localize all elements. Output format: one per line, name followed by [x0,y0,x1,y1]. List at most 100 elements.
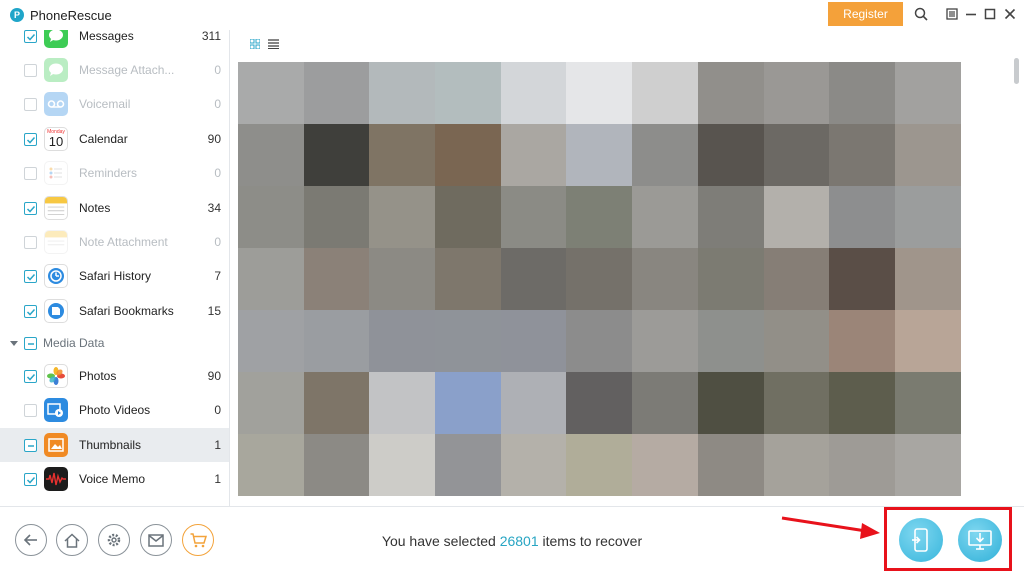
thumbnail-item[interactable] [435,186,501,248]
thumbnail-item[interactable] [303,434,370,496]
thumbnail-item[interactable] [632,124,698,186]
sidebar-item-safari-history[interactable]: Safari History 7 [0,259,229,293]
checkbox-checked[interactable] [24,30,37,43]
thumbnail-item[interactable] [238,372,304,434]
thumbnail-item[interactable] [763,124,830,186]
thumbnail-item[interactable] [435,372,501,434]
sidebar-item-calendar[interactable]: Monday 10 Calendar 90 [0,122,229,156]
thumbnail-item[interactable] [500,186,567,248]
menu-icon[interactable] [944,6,960,22]
thumbnail-item[interactable] [632,62,698,124]
checkbox-partial[interactable] [24,336,37,350]
checkbox-partial[interactable] [24,438,37,452]
thumbnail-item[interactable] [303,248,370,310]
thumbnail-item[interactable] [632,186,698,248]
thumbnail-item[interactable] [369,186,436,248]
sidebar-item-message-attachments[interactable]: Message Attach... 0 [0,53,229,87]
checkbox-unchecked[interactable] [24,97,37,111]
minimize-icon[interactable] [963,6,979,22]
thumbnail-item[interactable] [894,186,961,248]
sidebar-item-notes[interactable]: Notes 34 [0,191,229,225]
thumbnail-item[interactable] [697,372,764,434]
thumbnail-item[interactable] [500,310,567,372]
thumbnail-item[interactable] [369,434,436,496]
thumbnail-item[interactable] [303,310,370,372]
thumbnail-item[interactable] [829,124,895,186]
thumbnail-item[interactable] [566,248,633,310]
thumbnail-item[interactable] [369,124,436,186]
thumbnail-item[interactable] [763,372,830,434]
thumbnail-item[interactable] [894,62,961,124]
thumbnail-item[interactable] [435,310,501,372]
scrollbar[interactable] [1013,56,1021,496]
checkbox-checked[interactable] [24,269,37,283]
thumbnail-item[interactable] [632,434,698,496]
thumbnail-item[interactable] [369,248,436,310]
sidebar-item-photos[interactable]: Photos 90 [0,359,229,393]
checkbox-checked[interactable] [24,201,37,215]
sidebar-item-voicemail[interactable]: Voicemail 0 [0,87,229,121]
thumbnail-item[interactable] [500,62,567,124]
sidebar-item-safari-bookmarks[interactable]: Safari Bookmarks 15 [0,294,229,328]
thumbnail-item[interactable] [369,372,436,434]
thumbnail-item[interactable] [829,434,895,496]
search-icon[interactable] [913,6,929,22]
thumbnail-item[interactable] [632,248,698,310]
sidebar-item-voice-memo[interactable]: Voice Memo 1 [0,462,229,496]
thumbnail-item[interactable] [763,186,830,248]
thumbnail-item[interactable] [500,248,567,310]
sidebar-item-messages[interactable]: Messages 311 [0,30,229,53]
thumbnail-item[interactable] [566,434,633,496]
sidebar-item-photo-videos[interactable]: Photo Videos 0 [0,393,229,427]
thumbnail-item[interactable] [435,434,501,496]
thumbnail-item[interactable] [238,186,304,248]
thumbnail-item[interactable] [435,248,501,310]
thumbnail-item[interactable] [763,62,830,124]
checkbox-checked[interactable] [24,132,37,146]
maximize-icon[interactable] [982,6,998,22]
thumbnail-item[interactable] [238,62,304,124]
close-icon[interactable] [1002,6,1018,22]
thumbnail-item[interactable] [369,310,436,372]
thumbnail-item[interactable] [829,248,895,310]
category-media-data[interactable]: Media Data [0,326,229,360]
thumbnail-item[interactable] [829,310,895,372]
thumbnail-item[interactable] [500,372,567,434]
thumbnail-item[interactable] [632,372,698,434]
thumbnail-item[interactable] [303,186,370,248]
thumbnail-item[interactable] [566,372,633,434]
thumbnail-item[interactable] [697,124,764,186]
thumbnail-item[interactable] [435,62,501,124]
thumbnail-item[interactable] [303,124,370,186]
thumbnail-item[interactable] [238,310,304,372]
checkbox-unchecked[interactable] [24,403,37,417]
checkbox-checked[interactable] [24,304,37,318]
checkbox-checked[interactable] [24,472,37,486]
thumbnail-item[interactable] [303,372,370,434]
thumbnail-item[interactable] [303,62,370,124]
thumbnail-item[interactable] [566,186,633,248]
thumbnail-item[interactable] [763,310,830,372]
thumbnail-item[interactable] [829,372,895,434]
chevron-down-icon[interactable] [10,334,18,352]
thumbnail-item[interactable] [435,124,501,186]
thumbnail-item[interactable] [369,62,436,124]
sidebar-item-reminders[interactable]: Reminders 0 [0,156,229,190]
thumbnail-item[interactable] [894,248,961,310]
thumbnail-item[interactable] [697,310,764,372]
scrollbar-thumb[interactable] [1014,58,1019,84]
thumbnail-item[interactable] [829,186,895,248]
thumbnail-item[interactable] [500,124,567,186]
thumbnail-item[interactable] [566,62,633,124]
thumbnail-item[interactable] [238,434,304,496]
sidebar-item-note-attachment[interactable]: Note Attachment 0 [0,225,229,259]
thumbnail-item[interactable] [763,248,830,310]
thumbnail-item[interactable] [500,434,567,496]
checkbox-unchecked[interactable] [24,235,37,249]
sidebar-item-thumbnails[interactable]: Thumbnails 1 [0,428,229,462]
thumbnail-item[interactable] [632,310,698,372]
register-button[interactable]: Register [828,2,903,26]
checkbox-unchecked[interactable] [24,63,37,77]
list-view-icon[interactable] [268,36,279,54]
checkbox-unchecked[interactable] [24,166,37,180]
